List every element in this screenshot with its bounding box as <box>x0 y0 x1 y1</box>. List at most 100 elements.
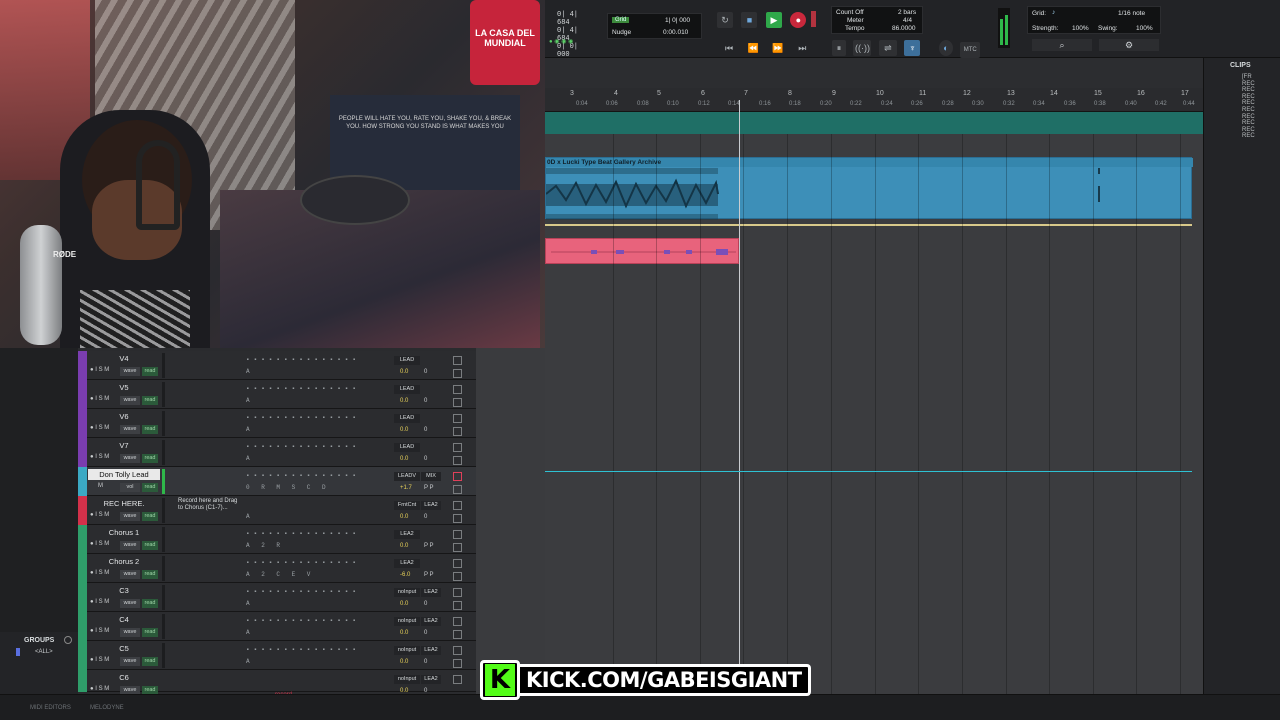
pan-value[interactable]: 0 <box>424 427 427 433</box>
wait-icon[interactable]: ((·)) <box>853 40 872 56</box>
nudge-label[interactable]: Nudge <box>612 29 631 36</box>
output-selector[interactable]: LEA2 <box>394 530 420 539</box>
automation-mode[interactable]: read <box>142 483 158 492</box>
automation-mode[interactable]: read <box>142 599 158 608</box>
output-selector[interactable]: MIX <box>421 472 441 481</box>
pan-value[interactable]: 0 <box>424 659 427 665</box>
track-row[interactable]: C4 ● I S M wave read ▪▪▪▪▪▪▪▪▪▪▪▪▪▪▪ A no… <box>78 612 476 641</box>
input-selector[interactable]: noInput <box>394 617 420 626</box>
insert-slots[interactable]: ▪▪▪▪▪▪▪▪▪▪▪▪▪▪▪ 0 R M S C D <box>246 470 396 494</box>
view-selector[interactable]: wave <box>120 454 140 463</box>
track-name[interactable]: C6 <box>88 672 160 683</box>
track-name[interactable]: V7 <box>88 440 160 451</box>
gear-icon[interactable]: ⚙ <box>1099 39 1159 51</box>
track-name[interactable]: V5 <box>88 382 160 393</box>
clip-list-item[interactable]: REC <box>1242 114 1255 121</box>
record-button[interactable]: ● <box>790 12 807 28</box>
timeline-ruler[interactable]: 3 4 5 6 7 8 9 10 11 12 13 14 15 16 17 0:… <box>545 88 1203 112</box>
output-selector[interactable]: LEA2 <box>421 646 441 655</box>
automation-mode[interactable]: read <box>142 367 158 376</box>
pan-value[interactable]: 0 <box>424 630 427 636</box>
count-off-value[interactable]: 2 bars <box>898 9 916 16</box>
recorded-clip[interactable] <box>545 238 739 264</box>
clip-list-item[interactable]: REC <box>1242 107 1255 114</box>
insert-slots[interactable]: A <box>246 499 396 523</box>
track-row[interactable]: C3 ● I S M wave read ▪▪▪▪▪▪▪▪▪▪▪▪▪▪▪ A no… <box>78 583 476 612</box>
track-settings-icon[interactable] <box>453 617 462 626</box>
output-selector[interactable]: LEAD <box>394 385 420 394</box>
track-buttons[interactable]: ● I S M <box>90 367 109 373</box>
volume-value[interactable]: 0.0 <box>400 427 408 433</box>
track-buttons[interactable]: ● I S M <box>90 599 109 605</box>
edit-lane-left[interactable] <box>476 348 545 694</box>
audio-clip[interactable]: 0D x Lucki Type Beat Gallery Archive <box>545 157 1193 220</box>
play-button[interactable]: ▶ <box>765 12 782 28</box>
view-selector[interactable]: wave <box>120 541 140 550</box>
tempo-value[interactable]: 86.0000 <box>892 25 916 32</box>
track-lock-icon[interactable] <box>453 485 462 494</box>
automation-mode[interactable]: read <box>142 425 158 434</box>
count-off-label[interactable]: Count Off <box>836 9 864 16</box>
track-settings-icon[interactable] <box>453 472 462 481</box>
output-selector[interactable]: LEA2 <box>421 675 441 684</box>
swing-value[interactable]: 100% <box>1136 25 1153 32</box>
volume-value[interactable]: 0.0 <box>400 543 408 549</box>
input-selector[interactable]: noInput <box>394 675 420 684</box>
track-settings-icon[interactable] <box>453 414 462 423</box>
track-settings-icon[interactable] <box>453 385 462 394</box>
clip-list-item[interactable]: REC <box>1242 81 1255 88</box>
insert-slots[interactable]: ▪▪▪▪▪▪▪▪▪▪▪▪▪▪▪ A <box>246 383 396 407</box>
track-name[interactable]: V4 <box>88 353 160 364</box>
track-name[interactable]: C3 <box>88 585 160 596</box>
track-settings-icon[interactable] <box>453 501 462 510</box>
insert-slots[interactable]: ▪▪▪▪▪▪▪▪▪▪▪▪▪▪▪ A 2 C E V <box>246 557 396 581</box>
track-buttons[interactable]: ● I S M <box>90 570 109 576</box>
track-settings-icon[interactable] <box>453 443 462 452</box>
track-name[interactable]: Chorus 2 <box>88 556 160 567</box>
track-row[interactable]: REC HERE. ● I S M wave read Record here … <box>78 496 476 525</box>
view-selector[interactable]: wave <box>120 657 140 666</box>
track-lock-icon[interactable] <box>453 398 462 407</box>
view-selector[interactable]: wave <box>120 599 140 608</box>
playhead[interactable] <box>739 100 740 694</box>
track-settings-icon[interactable] <box>453 675 462 684</box>
rewind-start-icon[interactable]: ⏮ <box>721 40 737 56</box>
pan-value[interactable]: 0 <box>424 601 427 607</box>
grid-value[interactable]: 1| 0| 000 <box>665 17 690 24</box>
pan-value[interactable]: P P <box>424 572 434 578</box>
view-selector[interactable]: wave <box>120 628 140 637</box>
track-lock-icon[interactable] <box>453 456 462 465</box>
track-buttons[interactable]: M <box>98 483 103 489</box>
track-row[interactable]: V4 ● I S M wave read ▪▪▪▪▪▪▪▪▪▪▪▪▪▪▪ A LE… <box>78 351 476 380</box>
volume-value[interactable]: +1.7 <box>400 485 412 491</box>
track-name[interactable]: C4 <box>88 614 160 625</box>
volume-value[interactable]: 0.0 <box>400 456 408 462</box>
track-buttons[interactable]: ● I S M <box>90 425 109 431</box>
track-buttons[interactable]: ● I S M <box>90 396 109 402</box>
clip-list-item[interactable]: REC <box>1242 127 1255 134</box>
track-buttons[interactable]: ● I S M <box>90 686 109 692</box>
view-selector[interactable]: wave <box>120 367 140 376</box>
pan-value[interactable]: 0 <box>424 398 427 404</box>
output-selector[interactable]: LEA2 <box>394 559 420 568</box>
insert-slots[interactable]: ▪▪▪▪▪▪▪▪▪▪▪▪▪▪▪ A <box>246 644 396 668</box>
track-lock-icon[interactable] <box>453 601 462 610</box>
track-settings-icon[interactable] <box>453 530 462 539</box>
track-buttons[interactable]: ● I S M <box>90 628 109 634</box>
volume-value[interactable]: 0.0 <box>400 514 408 520</box>
grid-setting-value[interactable]: 1/16 note <box>1118 10 1145 17</box>
view-selector[interactable]: wave <box>120 425 140 434</box>
input-selector[interactable]: noInput <box>394 588 420 597</box>
insert-slots[interactable]: ▪▪▪▪▪▪▪▪▪▪▪▪▪▪▪ A 2 R <box>246 528 396 552</box>
tab-melodyne[interactable]: MELODYNE <box>90 705 124 711</box>
pan-value[interactable]: P P <box>424 543 434 549</box>
insert-slots[interactable]: ▪▪▪▪▪▪▪▪▪▪▪▪▪▪▪ A <box>246 412 396 436</box>
automation-mode[interactable]: read <box>142 628 158 637</box>
track-row[interactable]: Chorus 2 ● I S M wave read ▪▪▪▪▪▪▪▪▪▪▪▪▪… <box>78 554 476 583</box>
track-lock-icon[interactable] <box>453 543 462 552</box>
track-lock-icon[interactable] <box>453 369 462 378</box>
loop-record-icon[interactable]: ⇌ <box>878 40 897 56</box>
clip-list-item[interactable]: REC <box>1242 120 1255 127</box>
grid-label[interactable]: Grid <box>612 17 630 23</box>
strength-value[interactable]: 100% <box>1072 25 1089 32</box>
